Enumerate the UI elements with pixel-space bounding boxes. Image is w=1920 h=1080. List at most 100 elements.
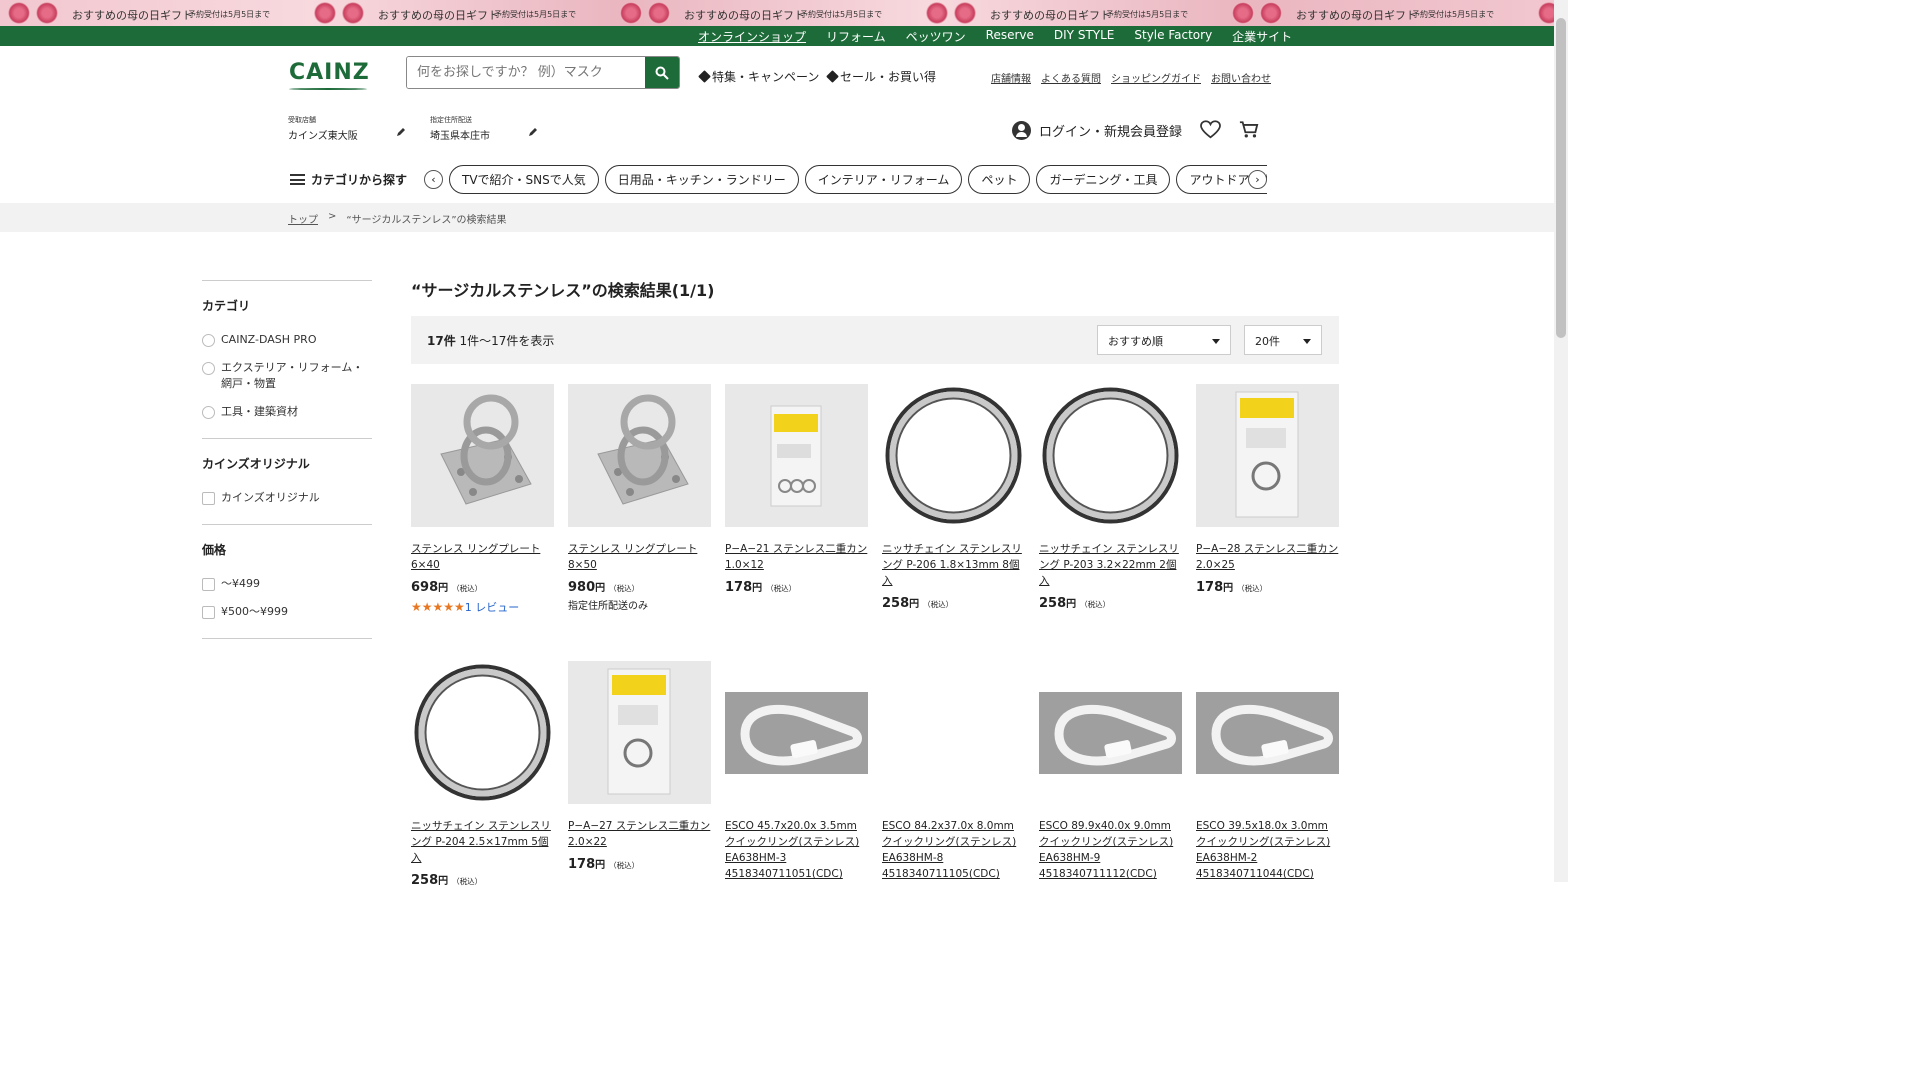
product-name[interactable]: ステンレス リングプレート 6×40 xyxy=(411,541,554,573)
product-name[interactable]: ニッサチェイン ステンレスリング P-206 1.8×13mm 8個入 xyxy=(882,541,1025,589)
mothers-day-banner[interactable]: おすすめの母の日ギフト 予約受付は5月5日まで おすすめの母の日ギフト 予約受付は5月… xyxy=(0,0,1554,26)
product-image[interactable] xyxy=(411,661,554,804)
product-image[interactable] xyxy=(1196,384,1339,527)
product-name[interactable]: P−A−27 ステンレス二重カン 2.0×22 xyxy=(568,818,711,850)
product-image[interactable] xyxy=(882,661,1025,804)
product-price: 698円 （税込） xyxy=(411,579,554,595)
header-link[interactable]: ショッピングガイド xyxy=(1111,70,1201,85)
product-image[interactable] xyxy=(882,384,1025,527)
favorite-heart-icon[interactable] xyxy=(1200,120,1221,139)
divider xyxy=(202,280,372,281)
category-pill[interactable]: ガーデニング・工具 xyxy=(1036,165,1171,194)
filter-option[interactable]: ～¥499 xyxy=(202,576,372,592)
product-card[interactable]: ESCO 39.5x18.0x 3.0mm クイックリング(ステンレス) EA6… xyxy=(1196,661,1339,882)
checkbox[interactable] xyxy=(202,492,215,505)
product-image[interactable] xyxy=(568,384,711,527)
product-name[interactable]: P−A−21 ステンレス二重カン 1.0×12 xyxy=(725,541,868,573)
checkbox[interactable] xyxy=(202,578,215,591)
product-card[interactable]: P−A−21 ステンレス二重カン 1.0×12 178円 （税込） xyxy=(725,384,868,595)
search-button[interactable] xyxy=(645,57,679,88)
filter-option[interactable]: 工具・建築資材 xyxy=(202,404,372,420)
sort-select[interactable]: おすすめ順 xyxy=(1097,325,1231,355)
product-name[interactable]: ニッサチェイン ステンレスリング P-204 2.5×17mm 5個入 xyxy=(411,818,554,866)
topnav-link[interactable]: Style Factory xyxy=(1134,28,1212,45)
price-currency: 円 xyxy=(595,583,606,594)
filter-option[interactable]: エクステリア・リフォーム・網戸・物置 xyxy=(202,360,372,392)
product-image[interactable] xyxy=(725,384,868,527)
delivery-address[interactable]: 指定住所配送 埼玉県本庄市 xyxy=(430,115,490,142)
product-card[interactable]: ESCO 89.9x40.0x 9.0mm クイックリング(ステンレス) EA6… xyxy=(1039,661,1182,882)
product-name[interactable]: P−A−28 ステンレス二重カン 2.0×25 xyxy=(1196,541,1339,573)
product-card[interactable]: P−A−28 ステンレス二重カン 2.0×25 178円 （税込） xyxy=(1196,384,1339,595)
filter-option[interactable]: カインズオリジナル xyxy=(202,490,372,506)
topnav-link[interactable]: リフォーム xyxy=(826,28,886,45)
per-page-select[interactable]: 20件 xyxy=(1244,325,1322,355)
checkbox[interactable] xyxy=(202,606,215,619)
filter-option[interactable]: ¥500～¥999 xyxy=(202,604,372,620)
product-name[interactable]: ニッサチェイン ステンレスリング P-203 3.2×22mm 2個入 xyxy=(1039,541,1182,589)
product-image[interactable] xyxy=(1039,384,1182,527)
product-image[interactable] xyxy=(1039,661,1182,804)
product-name[interactable]: ステンレス リングプレート 8×50 xyxy=(568,541,711,573)
radio-button[interactable] xyxy=(202,406,215,419)
topnav-link[interactable]: DIY STYLE xyxy=(1054,28,1114,45)
dropdown-caret-icon xyxy=(1212,339,1220,344)
chevron-right-icon[interactable]: › xyxy=(1248,170,1267,189)
product-card[interactable]: ニッサチェイン ステンレスリング P-203 3.2×22mm 2個入 258円（… xyxy=(1039,384,1182,611)
product-name[interactable]: ESCO 89.9x40.0x 9.0mm クイックリング(ステンレス) EA6… xyxy=(1039,818,1182,882)
chevron-left-icon[interactable]: ‹ xyxy=(424,170,443,189)
product-price: 258円 （税込） xyxy=(882,595,1025,611)
filter-option[interactable]: CAINZ-DASH PRO xyxy=(202,332,372,348)
sale-label: セール・お買い得 xyxy=(840,70,937,84)
product-card[interactable]: ESCO 45.7x20.0x 3.5mm クイックリング(ステンレス) EA6… xyxy=(725,661,868,882)
campaign-link[interactable]: 特集・キャンペーン xyxy=(698,68,819,85)
breadcrumb-home[interactable]: トップ xyxy=(288,211,318,226)
pickup-store[interactable]: 受取店舗 カインズ東大阪 xyxy=(288,115,358,142)
vertical-scrollbar[interactable] xyxy=(1554,0,1568,882)
header-link[interactable]: 店舗情報 xyxy=(991,70,1031,85)
topnav-link[interactable]: 企業サイト xyxy=(1232,28,1292,45)
product-name[interactable]: ESCO 84.2x37.0x 8.0mm クイックリング(ステンレス) EA6… xyxy=(882,818,1025,882)
product-image[interactable] xyxy=(568,661,711,804)
product-card[interactable]: ステンレス リングプレート 8×50 980円 （税込） 指定住所配送のみ xyxy=(568,384,711,612)
header-link[interactable]: お問い合わせ xyxy=(1211,70,1271,85)
flower-icon xyxy=(8,2,30,24)
cart-icon[interactable] xyxy=(1239,120,1259,139)
edit-address-icon[interactable] xyxy=(528,127,538,137)
category-menu-button[interactable]: カテゴリから探す xyxy=(290,171,407,188)
radio-button[interactable] xyxy=(202,334,215,347)
edit-store-icon[interactable] xyxy=(396,127,406,137)
topnav-link[interactable]: オンラインショップ xyxy=(698,28,806,45)
product-card[interactable]: ESCO 84.2x37.0x 8.0mm クイックリング(ステンレス) EA6… xyxy=(882,661,1025,882)
sale-link[interactable]: セール・お買い得 xyxy=(826,68,937,85)
category-pill[interactable]: 日用品・キッチン・ランドリー xyxy=(604,165,799,194)
login-link[interactable]: ログイン・新規会員登録 xyxy=(1012,121,1182,140)
banner-segment: おすすめの母の日ギフト予約受付は5月5日まで xyxy=(1530,0,1554,26)
cainz-logo[interactable]: CAINZ xyxy=(289,60,370,90)
header-link[interactable]: よくある質問 xyxy=(1041,70,1101,85)
search-input[interactable] xyxy=(407,57,647,88)
price-currency: 円 xyxy=(909,599,920,610)
product-image[interactable] xyxy=(1196,661,1339,804)
category-pill[interactable]: ペット xyxy=(968,165,1031,194)
product-card[interactable]: ニッサチェイン ステンレスリング P-204 2.5×17mm 5個入 258円（… xyxy=(411,661,554,888)
tax-label: （税込） xyxy=(1237,584,1268,593)
filter-option-label: CAINZ-DASH PRO xyxy=(221,333,317,346)
tax-label: （税込） xyxy=(452,877,483,886)
banner-subtext: 予約受付は5月5日まで xyxy=(188,10,271,19)
banner-text: おすすめの母の日ギフト xyxy=(72,9,193,22)
review-link[interactable]: 1 レビュー xyxy=(465,601,520,614)
product-image[interactable] xyxy=(725,661,868,804)
product-card[interactable]: ニッサチェイン ステンレスリング P-206 1.8×13mm 8個入 258円（… xyxy=(882,384,1025,611)
scrollbar-thumb[interactable] xyxy=(1556,18,1566,338)
topnav-link[interactable]: Reserve xyxy=(986,28,1034,45)
category-pill[interactable]: TVで紹介・SNSで人気 xyxy=(449,165,599,194)
product-name[interactable]: ESCO 45.7x20.0x 3.5mm クイックリング(ステンレス) EA6… xyxy=(725,818,868,882)
radio-button[interactable] xyxy=(202,362,215,375)
category-pill[interactable]: インテリア・リフォーム xyxy=(804,165,963,194)
product-card[interactable]: P−A−27 ステンレス二重カン 2.0×22 178円 （税込） xyxy=(568,661,711,872)
product-card[interactable]: ステンレス リングプレート 6×40 698円 （税込） ★★★★★1 レビュー xyxy=(411,384,554,615)
product-name[interactable]: ESCO 39.5x18.0x 3.0mm クイックリング(ステンレス) EA6… xyxy=(1196,818,1339,882)
topnav-link[interactable]: ペッツワン xyxy=(906,28,966,45)
product-image[interactable] xyxy=(411,384,554,527)
